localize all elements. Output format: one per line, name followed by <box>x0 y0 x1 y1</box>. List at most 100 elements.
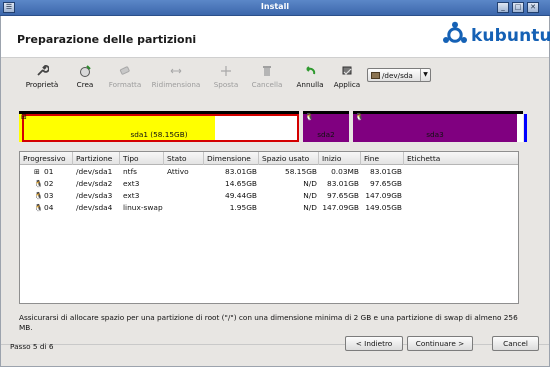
cell-tipo: ext3 <box>123 179 140 188</box>
cell-fine: 149.05GB <box>365 203 402 212</box>
device-select[interactable]: /dev/sda ▼ <box>367 68 431 82</box>
resize-label: Ridimensiona <box>151 80 201 89</box>
cell-progressivo: 01 <box>44 167 54 176</box>
cell-tipo: ext3 <box>123 191 140 200</box>
cell-partizione: /dev/sda3 <box>76 191 113 200</box>
windows-icon: ⊞ <box>21 113 27 121</box>
brand-name: kubuntu <box>471 26 550 46</box>
window-title: Install <box>260 2 290 11</box>
move-label: Sposta <box>213 80 239 89</box>
cell-partizione: /dev/sda4 <box>76 203 113 212</box>
format-button[interactable]: Formatta <box>103 64 147 102</box>
partition-map-sda3[interactable]: 🐧 sda3 <box>353 111 517 144</box>
format-label: Formatta <box>108 80 142 89</box>
partition-map-sda1[interactable]: ⊞ sda1 (58.15GB) <box>19 111 299 144</box>
kubuntu-logo-icon <box>443 21 467 43</box>
partition-map-sda3-label: sda3 <box>426 130 444 139</box>
create-label: Crea <box>76 80 94 89</box>
cell-tipo: ntfs <box>123 167 138 176</box>
partition-map-sda1-label: sda1 (58.15GB) <box>130 130 188 139</box>
partition-map-sda2[interactable]: 🐧 sda2 <box>303 111 349 144</box>
hard-disk-icon <box>371 72 380 79</box>
partition-map: ⊞ sda1 (58.15GB) 🐧 sda2 🐧 sda3 <box>19 111 529 144</box>
delete-label: Cancella <box>251 80 283 89</box>
cell-spazio-usato: N/D <box>303 179 317 188</box>
create-button[interactable]: Crea <box>65 64 105 102</box>
minimize-icon[interactable]: _ <box>497 2 509 13</box>
partition-map-sda2-label: sda2 <box>317 130 335 139</box>
partition-map-swap[interactable] <box>517 111 523 144</box>
eraser-icon <box>119 66 130 75</box>
undo-button[interactable]: Annulla <box>291 64 329 102</box>
cell-tipo: linux-swap <box>123 203 163 212</box>
column-header-dimensione[interactable]: Dimensione <box>204 152 259 165</box>
resize-icon <box>170 68 182 74</box>
properties-label: Proprietà <box>25 80 59 89</box>
cell-partizione: /dev/sda2 <box>76 179 113 188</box>
cell-inizio: 83.01GB <box>327 179 359 188</box>
cell-stato: Attivo <box>167 167 189 176</box>
continue-button[interactable]: Continuare > <box>407 336 473 351</box>
cell-fine: 147.09GB <box>365 191 402 200</box>
cancel-button[interactable]: Cancel <box>492 336 539 351</box>
undo-label: Annulla <box>296 80 324 89</box>
apply-button[interactable]: Applica <box>329 64 365 102</box>
properties-button[interactable]: Proprietà <box>19 64 65 102</box>
cell-spazio-usato: N/D <box>303 191 317 200</box>
column-header-partizione[interactable]: Partizione <box>73 152 120 165</box>
table-row[interactable]: 🐧 03 /dev/sda3 ext3 49.44GB N/D 97.65GB … <box>20 190 518 202</box>
cell-partizione: /dev/sda1 <box>76 167 113 176</box>
cell-spazio-usato: N/D <box>303 203 317 212</box>
column-header-inizio[interactable]: Inizio <box>319 152 361 165</box>
column-header-progressivo[interactable]: Progressivo <box>20 152 73 165</box>
cell-progressivo: 02 <box>44 179 54 188</box>
back-button[interactable]: < Indietro <box>345 336 403 351</box>
page-header: Preparazione delle partizioni kubuntu <box>1 16 550 58</box>
undo-icon <box>306 66 316 75</box>
penguin-icon: 🐧 <box>34 192 43 200</box>
move-button[interactable]: Sposta <box>209 64 243 102</box>
cell-fine: 97.65GB <box>370 179 402 188</box>
penguin-icon: 🐧 <box>305 113 314 121</box>
column-header-fine[interactable]: Fine <box>361 152 404 165</box>
column-header-tipo[interactable]: Tipo <box>120 152 164 165</box>
table-row[interactable]: 🐧 04 /dev/sda4 linux-swap 1.95GB N/D 147… <box>20 202 518 214</box>
maximize-icon[interactable]: □ <box>512 2 524 13</box>
installer-window: Preparazione delle partizioni kubuntu Pr… <box>0 16 550 367</box>
column-header-etichetta[interactable]: Etichetta <box>404 152 518 165</box>
device-select-value: /dev/sda <box>382 71 413 80</box>
cell-inizio: 0.03MB <box>331 167 359 176</box>
column-header-stato[interactable]: Stato <box>164 152 204 165</box>
partition-table: Progressivo Partizione Tipo Stato Dimens… <box>19 151 519 304</box>
windows-icon: ⊞ <box>34 168 40 176</box>
table-row[interactable]: ⊞ 01 /dev/sda1 ntfs Attivo 83.01GB 58.15… <box>20 166 518 178</box>
cell-progressivo: 03 <box>44 191 54 200</box>
table-row[interactable]: 🐧 02 /dev/sda2 ext3 14.65GB N/D 83.01GB … <box>20 178 518 190</box>
cell-spazio-usato: 58.15GB <box>285 167 317 176</box>
resize-button[interactable]: Ridimensiona <box>147 64 205 102</box>
apply-icon <box>342 66 352 75</box>
cell-dimensione: 1.95GB <box>229 203 257 212</box>
column-header-spazio-usato[interactable]: Spazio usato <box>259 152 319 165</box>
cell-inizio: 97.65GB <box>327 191 359 200</box>
trash-icon <box>263 66 271 76</box>
page-title: Preparazione delle partizioni <box>17 33 197 46</box>
window-titlebar: ☰ Install _ □ ✕ <box>0 0 550 16</box>
penguin-icon: 🐧 <box>34 204 43 212</box>
cell-progressivo: 04 <box>44 203 54 212</box>
wrench-icon <box>37 65 49 76</box>
close-icon[interactable]: ✕ <box>527 2 539 13</box>
penguin-icon: 🐧 <box>355 113 364 121</box>
move-icon <box>221 66 231 76</box>
table-header: Progressivo Partizione Tipo Stato Dimens… <box>20 152 518 165</box>
cell-inizio: 147.09GB <box>322 203 359 212</box>
cell-dimensione: 49.44GB <box>225 191 257 200</box>
cell-dimensione: 83.01GB <box>225 167 257 176</box>
delete-button[interactable]: Cancella <box>247 64 287 102</box>
create-partition-icon <box>80 65 91 77</box>
kubuntu-logo: kubuntu <box>441 21 550 51</box>
chevron-down-icon: ▼ <box>420 69 430 81</box>
segment-fill <box>524 114 527 142</box>
partition-map-end <box>524 111 527 144</box>
step-indicator: Passo 5 di 6 <box>10 342 54 351</box>
